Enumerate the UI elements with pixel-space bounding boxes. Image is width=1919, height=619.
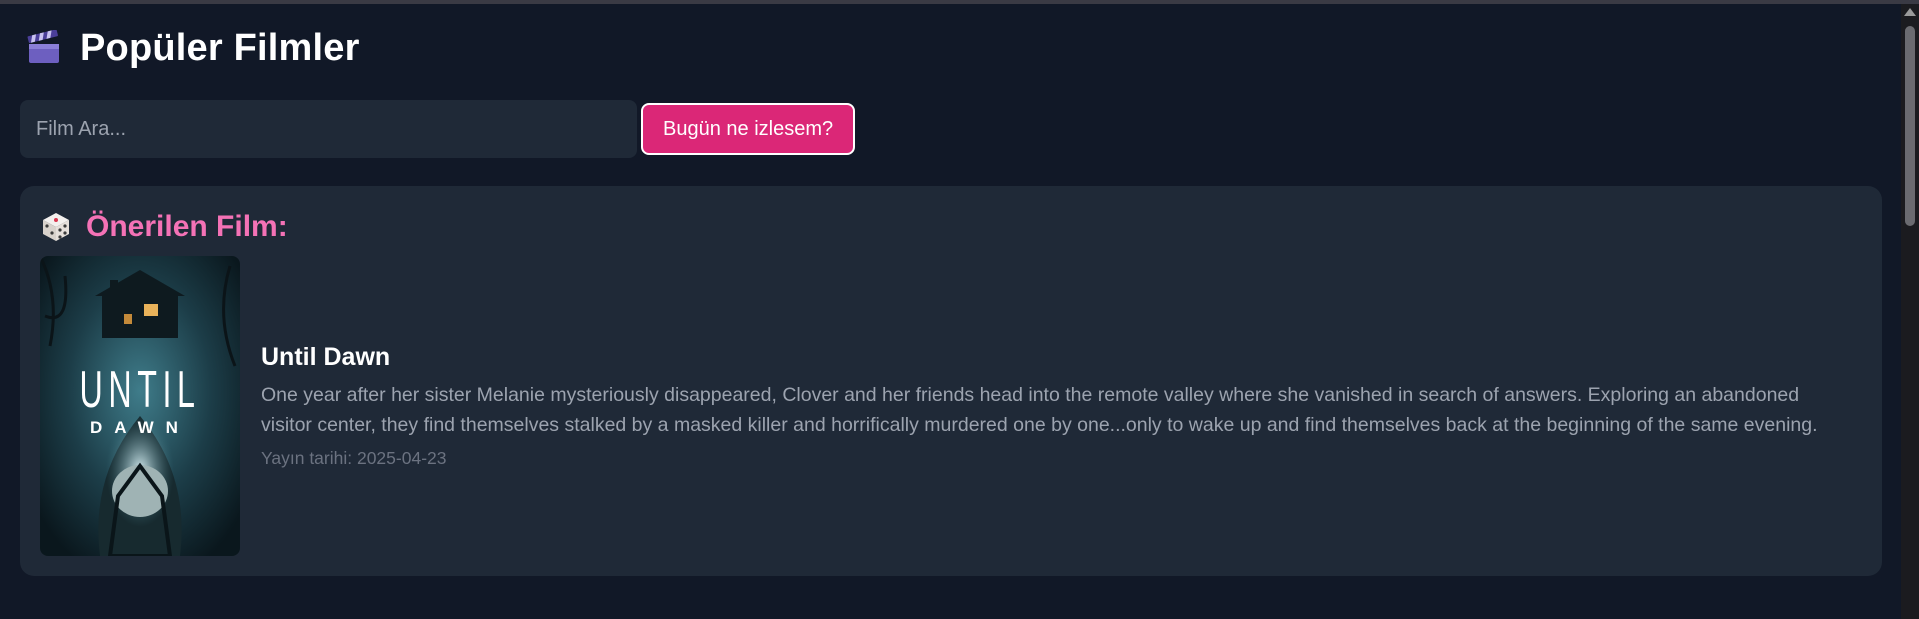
clapperboard-icon — [27, 30, 59, 63]
scroll-up-arrow-icon[interactable] — [1904, 8, 1916, 16]
dice-icon — [43, 213, 69, 241]
page-header: Popüler Filmler — [20, 4, 1880, 92]
poster-title-word2: DAWN — [90, 418, 190, 437]
movie-title: Until Dawn — [261, 343, 391, 371]
movie-poster[interactable]: UNTIL DAWN — [40, 256, 240, 556]
vertical-scrollbar[interactable] — [1901, 4, 1919, 619]
movie-release-date: Yayın tarihi: 2025-04-23 — [261, 448, 447, 468]
movie-overview: One year after her sister Melanie myster… — [261, 384, 1818, 436]
search-row: Bugün ne izlesem? — [20, 100, 1880, 158]
scrollbar-thumb[interactable] — [1905, 26, 1915, 226]
recommended-header: Önerilen Film: — [40, 206, 1862, 248]
poster-title-word1: UNTIL — [79, 361, 201, 419]
random-movie-button[interactable]: Bugün ne izlesem? — [641, 103, 856, 155]
page-container: Popüler Filmler Bugün ne izlesem? Öneril… — [20, 4, 1882, 576]
search-input[interactable] — [20, 100, 637, 158]
recommended-movie: UNTIL DAWN Until Dawn One year after her… — [40, 256, 1862, 556]
recommended-card: Önerilen Film: UNTIL DAWN Until Dawn One… — [20, 186, 1882, 576]
page-title: Popüler Filmler — [80, 26, 360, 69]
movie-info: Until Dawn One year after her sister Mel… — [261, 343, 1851, 469]
recommended-heading: Önerilen Film: — [86, 210, 288, 243]
